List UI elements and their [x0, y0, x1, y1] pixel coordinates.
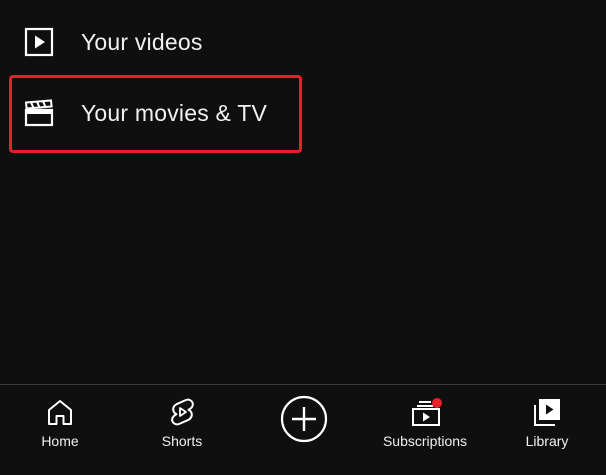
- nav-item-library[interactable]: Library: [492, 385, 602, 475]
- menu-item-your-movies-tv[interactable]: Your movies & TV: [0, 81, 606, 145]
- create-button[interactable]: [249, 385, 359, 475]
- screen: Your videos Your movies & TV Home Shorts…: [0, 0, 606, 475]
- create-plus-icon: [279, 394, 329, 444]
- menu-item-label: Your movies & TV: [81, 99, 268, 126]
- subscriptions-icon: [410, 397, 442, 427]
- notification-dot: [432, 398, 442, 408]
- nav-item-subscriptions[interactable]: Subscriptions: [355, 385, 495, 475]
- nav-label: Home: [41, 433, 79, 449]
- library-icon: [532, 397, 562, 427]
- clapperboard-icon: [24, 98, 54, 128]
- menu-item-label: Your videos: [81, 28, 203, 55]
- nav-label: Subscriptions: [382, 433, 468, 449]
- nav-label: Shorts: [161, 433, 203, 449]
- nav-label: Library: [525, 433, 569, 449]
- nav-item-shorts[interactable]: Shorts: [127, 385, 237, 475]
- bottom-navigation-bar: Home Shorts Subscriptions Library: [0, 384, 606, 475]
- nav-item-home[interactable]: Home: [5, 385, 115, 475]
- play-box-icon: [24, 27, 54, 57]
- menu-item-your-videos[interactable]: Your videos: [0, 10, 606, 74]
- home-icon: [45, 397, 75, 427]
- shorts-icon: [167, 397, 197, 427]
